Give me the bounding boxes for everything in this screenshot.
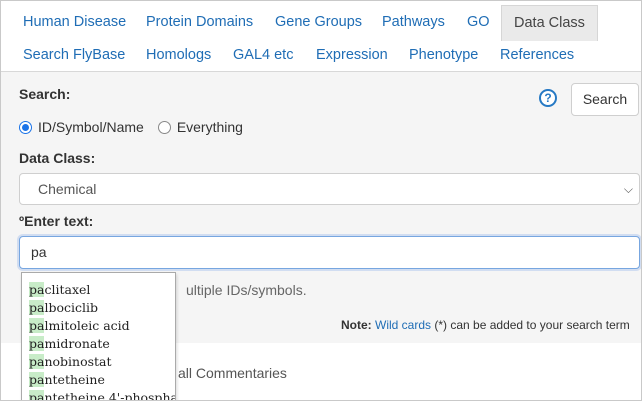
- data-class-label: Data Class:: [19, 150, 96, 166]
- tab-data-class[interactable]: Data Class: [501, 5, 598, 41]
- radio-everything-label[interactable]: Everything: [177, 119, 243, 135]
- search-label: Search:: [19, 86, 71, 102]
- wild-cards-link[interactable]: Wild cards: [375, 318, 431, 332]
- tab-protein-domains[interactable]: Protein Domains: [146, 14, 253, 31]
- wildcard-note: Note: Wild cards (*) can be added to you…: [341, 318, 630, 332]
- chevron-down-icon: ⌵: [623, 182, 633, 196]
- tab-gal4-etc[interactable]: GAL4 etc: [233, 47, 293, 64]
- note-label: Note:: [341, 318, 372, 332]
- multiple-ids-hint: ultiple IDs/symbols.: [186, 282, 307, 298]
- tab-references[interactable]: References: [500, 47, 574, 64]
- tab-go[interactable]: GO: [467, 14, 490, 31]
- autocomplete-item[interactable]: pantetheine: [22, 371, 175, 389]
- note-text: (*) can be added to your search term: [431, 318, 630, 332]
- autocomplete-item[interactable]: pamidronate: [22, 335, 175, 353]
- tab-search-flybase[interactable]: Search FlyBase: [23, 47, 125, 64]
- data-class-select[interactable]: Chemical ⌵: [19, 173, 640, 205]
- search-scope-radio-group: ID/Symbol/Name Everything: [19, 118, 257, 136]
- autocomplete-item[interactable]: panobinostat: [22, 353, 175, 371]
- search-text-input[interactable]: pa: [19, 236, 640, 269]
- help-icon[interactable]: ?: [539, 89, 557, 107]
- enter-text-label: ºEnter text:: [19, 213, 94, 229]
- tab-expression[interactable]: Expression: [316, 47, 388, 64]
- search-button[interactable]: Search: [571, 83, 639, 116]
- autocomplete-item[interactable]: palbociclib: [22, 299, 175, 317]
- tab-human-disease[interactable]: Human Disease: [23, 14, 126, 31]
- radio-id-symbol-name-label[interactable]: ID/Symbol/Name: [38, 119, 144, 135]
- commentaries-text: all Commentaries: [178, 365, 287, 381]
- tab-homologs[interactable]: Homologs: [146, 47, 211, 64]
- autocomplete-item[interactable]: paclitaxel: [22, 281, 175, 299]
- search-tab-bar: Human Disease Protein Domains Gene Group…: [1, 1, 641, 72]
- radio-id-symbol-name[interactable]: [19, 120, 32, 134]
- autocomplete-item[interactable]: pantetheine 4'-phosphate: [22, 389, 175, 400]
- flybase-search-widget: Human Disease Protein Domains Gene Group…: [0, 0, 642, 401]
- tab-pathways[interactable]: Pathways: [382, 14, 445, 31]
- autocomplete-item[interactable]: palmitoleic acid: [22, 317, 175, 335]
- tab-phenotype[interactable]: Phenotype: [409, 47, 478, 64]
- radio-everything[interactable]: [157, 120, 171, 134]
- data-class-selected-value: Chemical: [38, 181, 97, 197]
- tab-gene-groups[interactable]: Gene Groups: [275, 14, 362, 31]
- autocomplete-dropdown: paclitaxel palbociclib palmitoleic acid …: [21, 272, 176, 400]
